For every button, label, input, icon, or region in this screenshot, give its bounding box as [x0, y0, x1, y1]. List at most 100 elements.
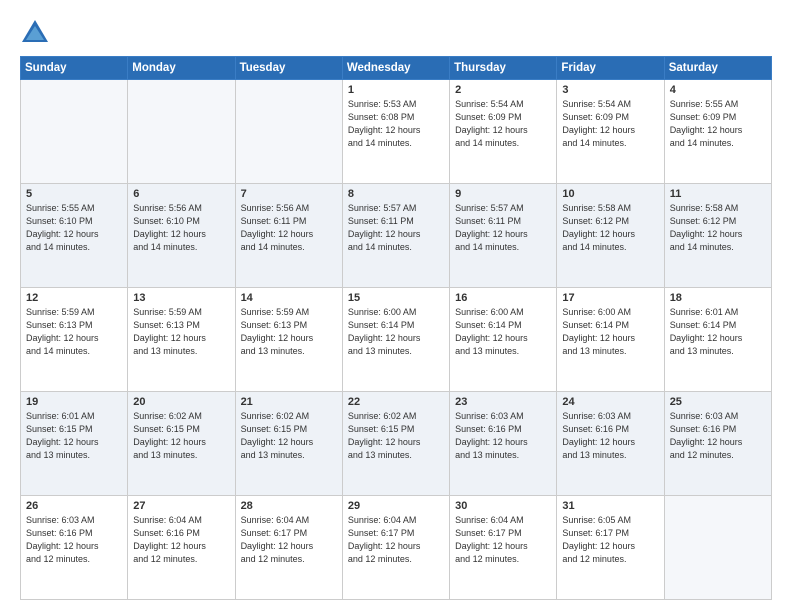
calendar-cell: [235, 80, 342, 184]
day-info: Sunrise: 6:00 AM Sunset: 6:14 PM Dayligh…: [455, 306, 551, 358]
day-info: Sunrise: 6:04 AM Sunset: 6:17 PM Dayligh…: [241, 514, 337, 566]
day-info: Sunrise: 6:02 AM Sunset: 6:15 PM Dayligh…: [133, 410, 229, 462]
day-info: Sunrise: 6:05 AM Sunset: 6:17 PM Dayligh…: [562, 514, 658, 566]
day-number: 1: [348, 84, 444, 96]
calendar-cell: 7Sunrise: 5:56 AM Sunset: 6:11 PM Daylig…: [235, 184, 342, 288]
col-header-sunday: Sunday: [21, 57, 128, 80]
calendar-cell: 24 Sunrise: 6:03 AM Sunset: 6:16 PM Dayli…: [557, 392, 664, 496]
day-info: Sunrise: 6:00 AM Sunset: 6:14 PM Dayligh…: [562, 306, 658, 358]
calendar-cell: 22 Sunrise: 6:02 AM Sunset: 6:15 PM Dayli…: [342, 392, 449, 496]
day-number: 5: [26, 188, 122, 200]
day-number: 14: [241, 292, 337, 304]
day-number: 3: [562, 84, 658, 96]
col-header-monday: Monday: [128, 57, 235, 80]
calendar-cell: 13Sunrise: 5:59 AM Sunset: 6:13 PM Dayli…: [128, 288, 235, 392]
day-number: 15: [348, 292, 444, 304]
col-header-wednesday: Wednesday: [342, 57, 449, 80]
day-info: Sunrise: 6:02 AM Sunset: 6:15 PM Dayligh…: [241, 410, 337, 462]
calendar-cell: [128, 80, 235, 184]
day-info: Sunrise: 6:03 AM Sunset: 6:16 PM Dayligh…: [562, 410, 658, 462]
calendar-cell: 3 Sunrise: 5:54 AM Sunset: 6:09 PM Daylig…: [557, 80, 664, 184]
calendar-week-1: 1 Sunrise: 5:53 AM Sunset: 6:08 PM Daylig…: [21, 80, 772, 184]
day-number: 10: [562, 188, 658, 200]
day-number: 21: [241, 396, 337, 408]
calendar-cell: 30 Sunrise: 6:04 AM Sunset: 6:17 PM Dayli…: [450, 496, 557, 600]
calendar-cell: 31 Sunrise: 6:05 AM Sunset: 6:17 PM Dayli…: [557, 496, 664, 600]
logo-icon: [20, 18, 50, 46]
calendar-cell: 27 Sunrise: 6:04 AM Sunset: 6:16 PM Dayli…: [128, 496, 235, 600]
calendar-cell: 28 Sunrise: 6:04 AM Sunset: 6:17 PM Dayli…: [235, 496, 342, 600]
day-info: Sunrise: 6:03 AM Sunset: 6:16 PM Dayligh…: [26, 514, 122, 566]
day-number: 28: [241, 500, 337, 512]
calendar-cell: 21 Sunrise: 6:02 AM Sunset: 6:15 PM Dayli…: [235, 392, 342, 496]
day-info: Sunrise: 5:57 AM Sunset: 6:11 PM Dayligh…: [455, 202, 551, 254]
day-number: 16: [455, 292, 551, 304]
calendar-cell: 23Sunrise: 6:03 AM Sunset: 6:16 PM Dayli…: [450, 392, 557, 496]
day-number: 4: [670, 84, 766, 96]
calendar-cell: 16 Sunrise: 6:00 AM Sunset: 6:14 PM Dayli…: [450, 288, 557, 392]
calendar-cell: 26 Sunrise: 6:03 AM Sunset: 6:16 PM Dayli…: [21, 496, 128, 600]
calendar-cell: 5 Sunrise: 5:55 AM Sunset: 6:10 PM Daylig…: [21, 184, 128, 288]
calendar-cell: 19 Sunrise: 6:01 AM Sunset: 6:15 PM Dayli…: [21, 392, 128, 496]
day-info: Sunrise: 5:59 AM Sunset: 6:13 PM Dayligh…: [133, 306, 229, 358]
calendar-header-row: SundayMondayTuesdayWednesdayThursdayFrid…: [21, 57, 772, 80]
day-number: 25: [670, 396, 766, 408]
calendar-cell: 2Sunrise: 5:54 AM Sunset: 6:09 PM Daylig…: [450, 80, 557, 184]
calendar-cell: [21, 80, 128, 184]
day-number: 27: [133, 500, 229, 512]
day-info: Sunrise: 6:04 AM Sunset: 6:17 PM Dayligh…: [455, 514, 551, 566]
day-info: Sunrise: 5:56 AM Sunset: 6:10 PM Dayligh…: [133, 202, 229, 254]
calendar-cell: 18 Sunrise: 6:01 AM Sunset: 6:14 PM Dayli…: [664, 288, 771, 392]
calendar-cell: 29Sunrise: 6:04 AM Sunset: 6:17 PM Dayli…: [342, 496, 449, 600]
day-number: 9: [455, 188, 551, 200]
day-info: Sunrise: 5:54 AM Sunset: 6:09 PM Dayligh…: [562, 98, 658, 150]
day-number: 31: [562, 500, 658, 512]
day-number: 24: [562, 396, 658, 408]
col-header-friday: Friday: [557, 57, 664, 80]
page: SundayMondayTuesdayWednesdayThursdayFrid…: [0, 0, 792, 612]
day-info: Sunrise: 5:55 AM Sunset: 6:09 PM Dayligh…: [670, 98, 766, 150]
day-number: 22: [348, 396, 444, 408]
day-info: Sunrise: 6:04 AM Sunset: 6:16 PM Dayligh…: [133, 514, 229, 566]
day-number: 18: [670, 292, 766, 304]
calendar-cell: 1 Sunrise: 5:53 AM Sunset: 6:08 PM Daylig…: [342, 80, 449, 184]
day-info: Sunrise: 5:55 AM Sunset: 6:10 PM Dayligh…: [26, 202, 122, 254]
calendar-cell: 17 Sunrise: 6:00 AM Sunset: 6:14 PM Dayli…: [557, 288, 664, 392]
calendar-cell: 10 Sunrise: 5:58 AM Sunset: 6:12 PM Dayli…: [557, 184, 664, 288]
day-info: Sunrise: 5:53 AM Sunset: 6:08 PM Dayligh…: [348, 98, 444, 150]
day-info: Sunrise: 5:58 AM Sunset: 6:12 PM Dayligh…: [562, 202, 658, 254]
day-info: Sunrise: 5:56 AM Sunset: 6:11 PM Dayligh…: [241, 202, 337, 254]
day-info: Sunrise: 5:58 AM Sunset: 6:12 PM Dayligh…: [670, 202, 766, 254]
day-number: 12: [26, 292, 122, 304]
day-info: Sunrise: 5:59 AM Sunset: 6:13 PM Dayligh…: [241, 306, 337, 358]
day-info: Sunrise: 6:04 AM Sunset: 6:17 PM Dayligh…: [348, 514, 444, 566]
day-info: Sunrise: 6:01 AM Sunset: 6:15 PM Dayligh…: [26, 410, 122, 462]
calendar-cell: 14 Sunrise: 5:59 AM Sunset: 6:13 PM Dayli…: [235, 288, 342, 392]
calendar-cell: 12 Sunrise: 5:59 AM Sunset: 6:13 PM Dayli…: [21, 288, 128, 392]
day-number: 19: [26, 396, 122, 408]
calendar-cell: 9 Sunrise: 5:57 AM Sunset: 6:11 PM Daylig…: [450, 184, 557, 288]
day-number: 11: [670, 188, 766, 200]
calendar-cell: 8Sunrise: 5:57 AM Sunset: 6:11 PM Daylig…: [342, 184, 449, 288]
day-number: 17: [562, 292, 658, 304]
day-info: Sunrise: 6:01 AM Sunset: 6:14 PM Dayligh…: [670, 306, 766, 358]
calendar-cell: [664, 496, 771, 600]
day-info: Sunrise: 6:00 AM Sunset: 6:14 PM Dayligh…: [348, 306, 444, 358]
day-number: 30: [455, 500, 551, 512]
day-info: Sunrise: 6:03 AM Sunset: 6:16 PM Dayligh…: [670, 410, 766, 462]
day-info: Sunrise: 5:59 AM Sunset: 6:13 PM Dayligh…: [26, 306, 122, 358]
day-number: 26: [26, 500, 122, 512]
calendar-cell: 20 Sunrise: 6:02 AM Sunset: 6:15 PM Dayli…: [128, 392, 235, 496]
calendar-cell: 4 Sunrise: 5:55 AM Sunset: 6:09 PM Daylig…: [664, 80, 771, 184]
day-number: 6: [133, 188, 229, 200]
day-number: 20: [133, 396, 229, 408]
col-header-thursday: Thursday: [450, 57, 557, 80]
day-number: 8: [348, 188, 444, 200]
logo: [20, 18, 54, 46]
col-header-tuesday: Tuesday: [235, 57, 342, 80]
day-info: Sunrise: 6:03 AM Sunset: 6:16 PM Dayligh…: [455, 410, 551, 462]
calendar-week-2: 5 Sunrise: 5:55 AM Sunset: 6:10 PM Daylig…: [21, 184, 772, 288]
calendar-cell: 11 Sunrise: 5:58 AM Sunset: 6:12 PM Dayli…: [664, 184, 771, 288]
calendar-cell: 25 Sunrise: 6:03 AM Sunset: 6:16 PM Dayli…: [664, 392, 771, 496]
day-info: Sunrise: 6:02 AM Sunset: 6:15 PM Dayligh…: [348, 410, 444, 462]
